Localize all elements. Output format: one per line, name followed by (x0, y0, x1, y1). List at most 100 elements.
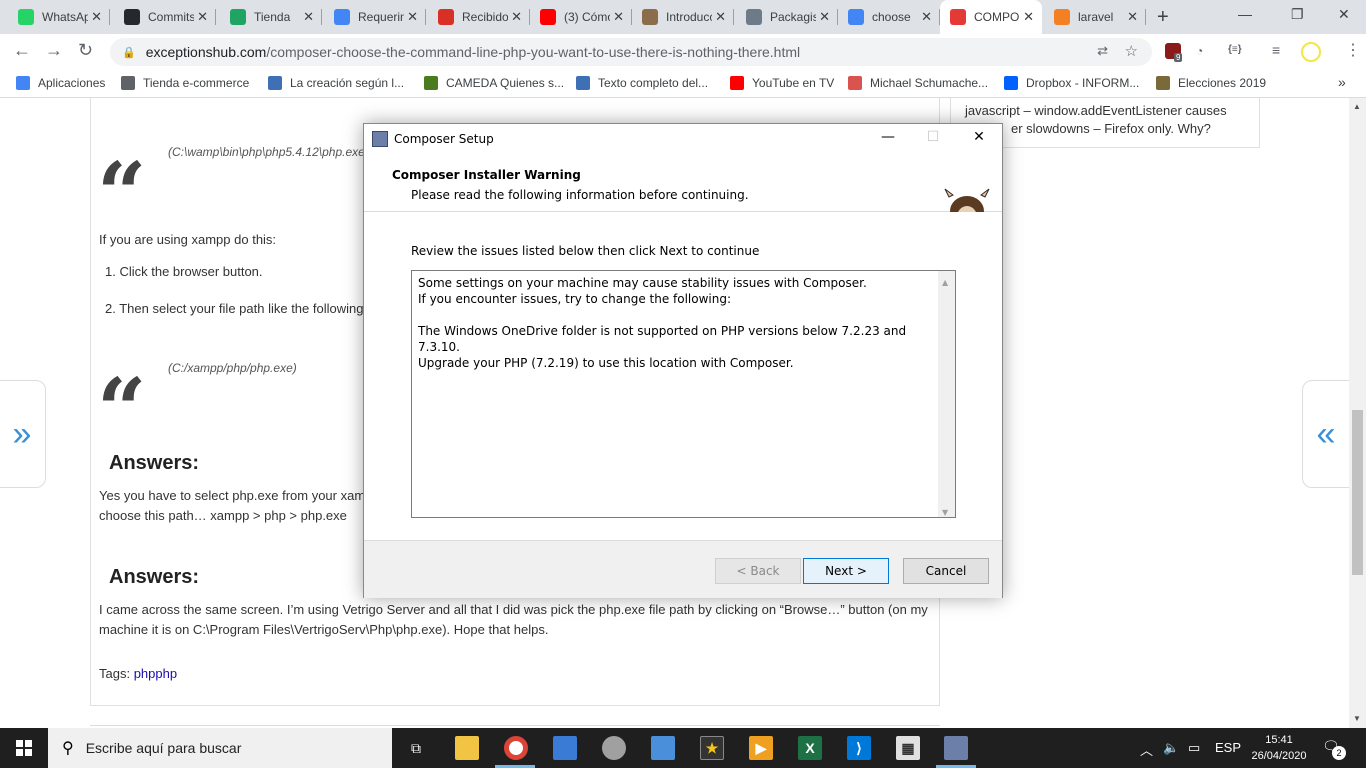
system-clock[interactable]: 15:41 26/04/2020 (1248, 732, 1310, 764)
browser-tab[interactable]: Introducción✕ (632, 0, 734, 34)
minimize-window-button[interactable]: — (1238, 6, 1252, 22)
browser-tab[interactable]: Packagist✕ (736, 0, 838, 34)
restore-window-button[interactable]: ❐ (1291, 6, 1304, 23)
bookmark-item[interactable]: Aplicaciones (16, 76, 105, 90)
tab-close-icon[interactable]: ✕ (613, 9, 624, 25)
taskbar-search[interactable]: ⚲ Escribe aquí para buscar (48, 728, 392, 768)
vscode-icon[interactable]: ⟩ (847, 736, 871, 760)
next-button[interactable]: Next > (803, 558, 889, 584)
warning-subtitle: Please read the following information be… (411, 188, 749, 202)
reload-icon[interactable]: ↻ (78, 40, 93, 61)
bookmark-item[interactable]: Elecciones 2019 (1156, 76, 1266, 90)
dialog-titlebar[interactable]: Composer Setup — ☐ ✕ (364, 124, 1002, 154)
composer-setup-dialog: Composer Setup — ☐ ✕ Composer Installer … (363, 123, 1003, 598)
star-app-icon[interactable]: ★ (700, 736, 724, 760)
scrollbar-thumb[interactable] (1352, 410, 1363, 575)
scroll-down-icon[interactable]: ▼ (1353, 714, 1361, 723)
tab-close-icon[interactable]: ✕ (91, 9, 102, 25)
excel-icon[interactable]: X (798, 736, 822, 760)
lock-icon[interactable]: 🔒 (122, 46, 136, 59)
network-app-icon[interactable] (651, 736, 675, 760)
tab-close-icon[interactable]: ✕ (197, 9, 208, 25)
bookmark-item[interactable]: Michael Schumache... (848, 76, 988, 90)
bookmark-item[interactable]: Tienda e-commerce (121, 76, 249, 90)
bookmark-item[interactable]: Texto completo del... (576, 76, 708, 90)
installer-icon (372, 131, 388, 147)
translate-icon[interactable]: ⇄ (1097, 43, 1108, 59)
browser-tab[interactable]: Commits ✕ (114, 0, 216, 34)
globe-icon (121, 76, 135, 90)
forward-arrow-icon[interactable]: → (45, 40, 63, 61)
stackoverflow-icon (1054, 9, 1070, 25)
browser-tab[interactable]: Recibidos✕ (428, 0, 530, 34)
browser-tab[interactable]: WhatsApp✕ (8, 0, 110, 34)
scroll-up-icon[interactable]: ▲ (942, 275, 948, 291)
browser-tab[interactable]: Tienda ✕ (220, 0, 322, 34)
tag-link[interactable]: phpphp (134, 666, 177, 681)
apps-grid-icon (16, 76, 30, 90)
browser-tab[interactable]: Requerimientos✕ (324, 0, 426, 34)
bookmarks-overflow-icon[interactable]: » (1338, 74, 1346, 90)
tab-close-icon[interactable]: ✕ (303, 9, 314, 25)
browser-tab[interactable]: (3) Cómo ✕ (530, 0, 632, 34)
scroll-down-icon[interactable]: ▼ (942, 505, 948, 521)
dialog-minimize-button[interactable]: — (873, 129, 903, 145)
bookmark-item[interactable]: CAMEDA Quienes s... (424, 76, 564, 90)
composer-setup-taskbar-icon[interactable] (944, 736, 968, 760)
tab-separator (1145, 9, 1146, 25)
tab-label: Requerimientos (358, 10, 404, 24)
previous-post-button[interactable]: » (0, 380, 46, 488)
composer-icon (642, 9, 658, 25)
close-window-button[interactable]: ✕ (1338, 6, 1350, 23)
cancel-button[interactable]: Cancel (903, 558, 989, 584)
bookmark-item[interactable]: La creación según l... (268, 76, 404, 90)
json-viewer-icon[interactable]: {≡} (1228, 44, 1242, 55)
memo-scrollbar[interactable]: ▲ ▼ (938, 271, 955, 517)
browser-tab[interactable]: laravel ✕ (1044, 0, 1146, 34)
start-button[interactable] (0, 728, 48, 768)
volume-icon[interactable]: 🔈 (1163, 740, 1179, 756)
control-panel-icon[interactable] (553, 736, 577, 760)
bookmark-label: Tienda e-commerce (143, 76, 250, 90)
chrome-icon[interactable] (504, 736, 528, 760)
tab-close-icon[interactable]: ✕ (1023, 9, 1034, 25)
page-scrollbar[interactable]: ▲ ▼ (1349, 98, 1366, 728)
bookmark-label: Aplicaciones (38, 76, 106, 90)
tab-close-icon[interactable]: ✕ (511, 9, 522, 25)
whatsapp-icon (18, 9, 34, 25)
tab-close-icon[interactable]: ✕ (921, 9, 932, 25)
chrome-menu-icon[interactable]: ⋮ (1345, 40, 1361, 60)
bookmark-item[interactable]: YouTube en TV (730, 76, 834, 90)
media-control-icon[interactable]: ≡ (1272, 42, 1280, 58)
extension-circle-icon[interactable]: ◔ (1196, 44, 1203, 58)
profile-avatar[interactable] (1301, 42, 1321, 62)
scroll-up-icon[interactable]: ▲ (1353, 102, 1361, 111)
packagist-icon (746, 9, 762, 25)
tab-close-icon[interactable]: ✕ (819, 9, 830, 25)
file-explorer-icon[interactable] (455, 736, 479, 760)
browser-tab[interactable]: COMPOSER✕ (940, 0, 1042, 34)
tray-chevron-icon[interactable]: ︿ (1140, 740, 1153, 759)
tab-close-icon[interactable]: ✕ (1127, 9, 1138, 25)
tab-close-icon[interactable]: ✕ (715, 9, 726, 25)
notification-center-icon[interactable]: 🗨 2 (1322, 738, 1346, 760)
address-bar[interactable]: 🔒 exceptionshub.com/composer-choose-the-… (110, 38, 1152, 66)
answer-text-line: Yes you have to select php.exe from your… (99, 488, 366, 503)
dialog-close-button[interactable]: ✕ (964, 129, 994, 145)
browser-tab[interactable]: choose ✕ (838, 0, 940, 34)
media-player-icon[interactable]: ▶ (749, 736, 773, 760)
tags-label: Tags: (99, 666, 131, 681)
next-post-button[interactable]: « (1302, 380, 1350, 488)
network-icon[interactable]: ▭ (1188, 740, 1200, 756)
back-arrow-icon[interactable]: ← (13, 40, 31, 61)
language-indicator[interactable]: ESP (1215, 740, 1241, 755)
issues-memo[interactable]: Some settings on your machine may cause … (411, 270, 956, 518)
new-tab-button[interactable]: + (1157, 6, 1169, 29)
bookmark-star-icon[interactable]: ☆ (1125, 42, 1138, 60)
tab-close-icon[interactable]: ✕ (407, 9, 418, 25)
task-view-icon[interactable]: ⧉ (404, 736, 428, 760)
bookmark-item[interactable]: Dropbox - INFORM... (1004, 76, 1139, 90)
paint-icon[interactable] (602, 736, 626, 760)
exceptionshub-icon (950, 9, 966, 25)
calculator-icon[interactable]: ▦ (896, 736, 920, 760)
